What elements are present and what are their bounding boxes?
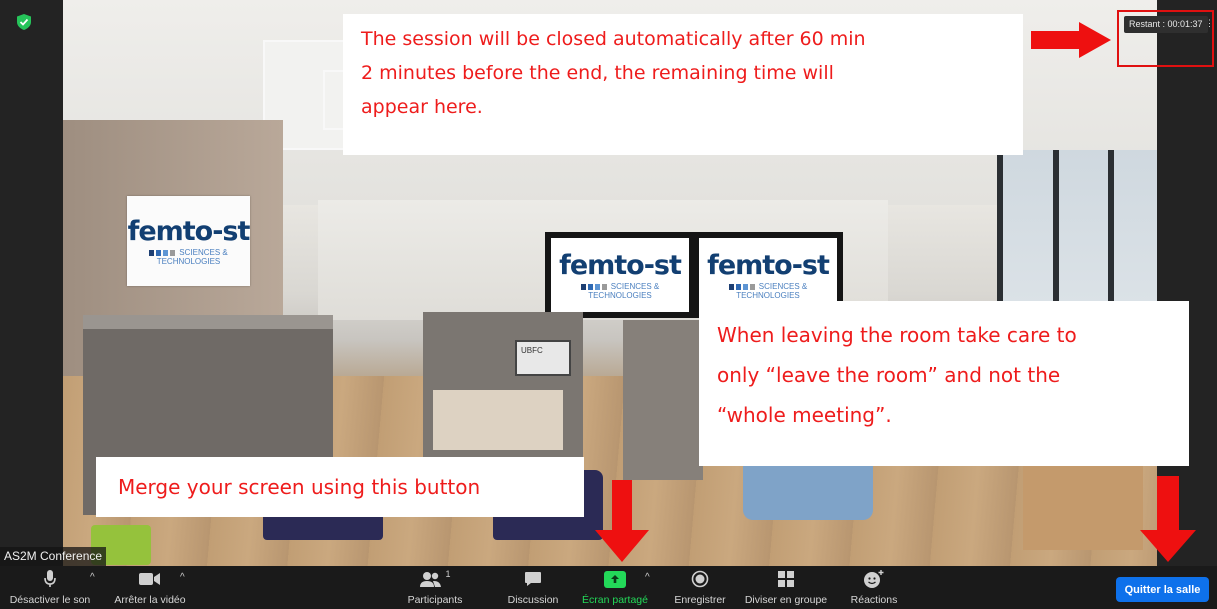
- logo-wordmark: femto-st: [707, 250, 830, 281]
- breakout-rooms-label: Diviser en groupe: [744, 594, 828, 606]
- record-icon: [691, 566, 709, 592]
- note-line: “whole meeting”.: [717, 403, 892, 427]
- breakout-rooms-icon: [777, 566, 795, 592]
- participants-label: Participants: [407, 594, 463, 606]
- session-timeout-note: The session will be closed automatically…: [343, 14, 1023, 155]
- timer-highlight-box: [1117, 10, 1214, 67]
- logo-subline: SCIENCES &: [728, 282, 808, 291]
- arrow-right-icon: [1031, 22, 1111, 58]
- security-shield-icon[interactable]: [17, 14, 31, 30]
- booth-edge: [83, 315, 333, 329]
- logo-wordmark: femto-st: [127, 216, 251, 247]
- mute-button[interactable]: Désactiver le son: [2, 566, 98, 609]
- audio-options-caret-icon[interactable]: ^: [90, 572, 95, 583]
- logo-tagline: SCIENCES &: [610, 282, 660, 291]
- sofa: [433, 390, 563, 450]
- share-options-caret-icon[interactable]: ^: [645, 572, 650, 583]
- smiley-plus-icon: [863, 566, 885, 592]
- wall-screen-left: femto-st SCIENCES & TECHNOLOGIES: [545, 232, 695, 318]
- note-line: only “leave the room” and not the: [717, 363, 1061, 387]
- participants-count: 1: [445, 569, 451, 579]
- chat-bubble-icon: [524, 566, 542, 592]
- note-line: The session will be closed automatically…: [361, 28, 866, 50]
- arrow-down-icon: [595, 480, 649, 562]
- logo-blocks: [149, 250, 176, 256]
- participant-name-label: AS2M Conference: [0, 547, 107, 566]
- stop-video-label: Arrêter la vidéo: [114, 594, 186, 606]
- video-options-caret-icon[interactable]: ^: [180, 572, 185, 583]
- record-label: Enregistrer: [674, 594, 726, 606]
- booth-right: [623, 320, 703, 480]
- share-screen-button[interactable]: Écran partagé: [577, 566, 653, 609]
- arrow-down-icon: [1140, 476, 1196, 562]
- participants-button[interactable]: 1 Participants: [400, 566, 470, 609]
- note-line: appear here.: [361, 96, 483, 118]
- logo-blocks: [580, 284, 607, 290]
- video-camera-icon: [139, 566, 161, 592]
- logo-tagline-2: TECHNOLOGIES: [156, 257, 221, 266]
- wall-logo-panel: femto-st SCIENCES & TECHNOLOGIES: [127, 196, 250, 286]
- chat-label: Discussion: [507, 594, 559, 606]
- participants-icon: 1: [419, 566, 451, 592]
- screen-content: femto-st SCIENCES & TECHNOLOGIES: [551, 238, 689, 312]
- microphone-icon: [43, 566, 57, 592]
- chat-button[interactable]: Discussion: [500, 566, 566, 609]
- logo-wordmark: femto-st: [559, 250, 682, 281]
- logo-subline: SCIENCES &: [149, 248, 228, 257]
- merge-screen-note: Merge your screen using this button: [96, 457, 584, 517]
- logo-tagline: SCIENCES &: [179, 248, 228, 257]
- logo-tagline: SCIENCES &: [758, 282, 808, 291]
- leave-room-button[interactable]: Quitter la salle: [1116, 577, 1209, 602]
- reactions-button[interactable]: Réactions: [846, 566, 902, 609]
- leave-room-note: When leaving the room take care to only …: [699, 301, 1189, 466]
- breakout-rooms-button[interactable]: Diviser en groupe: [740, 566, 832, 609]
- share-icon-wrap: [604, 566, 626, 592]
- share-screen-label: Écran partagé: [582, 594, 648, 606]
- stop-video-button[interactable]: Arrêter la vidéo: [110, 566, 190, 609]
- reactions-label: Réactions: [850, 594, 898, 606]
- logo-blocks: [728, 284, 755, 290]
- laptop-screen: UBFC: [515, 340, 571, 376]
- record-button[interactable]: Enregistrer: [668, 566, 732, 609]
- mute-label: Désactiver le son: [9, 594, 91, 606]
- share-screen-icon: [604, 570, 626, 588]
- logo-subline: SCIENCES &: [580, 282, 660, 291]
- note-line: When leaving the room take care to: [717, 323, 1077, 347]
- note-line: 2 minutes before the end, the remaining …: [361, 62, 834, 84]
- video-stage: femto-st SCIENCES & TECHNOLOGIES femto-s…: [0, 0, 1217, 566]
- logo-tagline-2: TECHNOLOGIES: [736, 291, 800, 300]
- logo-tagline-2: TECHNOLOGIES: [588, 291, 652, 300]
- note-line: Merge your screen using this button: [118, 475, 481, 499]
- laptop-text: UBFC: [521, 346, 543, 355]
- meeting-toolbar: Désactiver le son ^ Arrêter la vidéo ^ 1…: [0, 566, 1217, 609]
